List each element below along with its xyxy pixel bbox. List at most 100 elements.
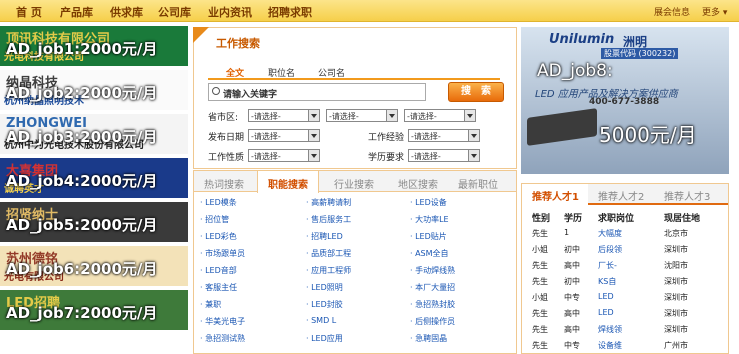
- nav-products[interactable]: 产品库: [60, 4, 93, 20]
- category-link[interactable]: · LED设备: [410, 197, 447, 208]
- category-link[interactable]: · 品质部工程: [306, 248, 351, 259]
- nav-jobs[interactable]: 招聘求职: [268, 4, 312, 20]
- ad-label: AD_job1:2000元/月: [6, 40, 158, 58]
- category-link[interactable]: · 高薪聘请制: [306, 197, 351, 208]
- ad-slot-6[interactable]: 苏州德铭 光电有限公司 AD_job6:2000元/月: [0, 246, 188, 286]
- ad-label: AD_job2:2000元/月: [6, 84, 158, 102]
- nav-news[interactable]: 业内资讯: [208, 4, 252, 20]
- tab-talent-2[interactable]: 推荐人才2: [598, 188, 644, 203]
- tab-function-search[interactable]: 职能搜索: [268, 176, 308, 191]
- category-link[interactable]: · LED封胶: [306, 299, 343, 310]
- category-link[interactable]: · 急招熟封胶: [410, 299, 455, 310]
- tab-industry-search[interactable]: 行业搜索: [334, 176, 374, 191]
- ad-slot-1[interactable]: 顶讯科技有限公司 光电科技有限公司 AD_job1:2000元/月: [0, 26, 188, 66]
- ad-slot-3[interactable]: ZHONGWEI 杭州中为光电技术股份有限公司 AD_job3:2000元/月: [0, 114, 188, 154]
- select-value: -请选择-: [251, 132, 281, 141]
- ad-slot-4[interactable]: 大喜集团 诚聘英才 AD_job4:2000元/月: [0, 158, 188, 198]
- category-link[interactable]: · 兼职: [200, 299, 221, 310]
- tab-talent-1[interactable]: 推荐人才1: [532, 188, 579, 203]
- tab-talent-3[interactable]: 推荐人才3: [664, 188, 710, 203]
- keyword-input[interactable]: 请输入关键字: [208, 83, 426, 101]
- keyword-placeholder: 请输入关键字: [223, 90, 278, 100]
- chevron-down-icon: [386, 110, 397, 121]
- category-link[interactable]: · LED模条: [200, 197, 237, 208]
- city-select[interactable]: -请选择-: [326, 109, 398, 122]
- category-link[interactable]: · 后侧操作员: [410, 316, 455, 327]
- column-header-education: 学历: [564, 214, 583, 224]
- category-link[interactable]: · 大功率LE: [410, 214, 449, 225]
- search-button[interactable]: 搜 索: [448, 82, 504, 102]
- chevron-down-icon: ▾: [720, 8, 728, 18]
- search-type-tabs: 全文 职位名 公司名: [208, 64, 500, 80]
- position-link[interactable]: 设备维: [598, 340, 622, 351]
- experience-select[interactable]: -请选择-: [408, 129, 480, 142]
- category-link[interactable]: · 手动焊线熟: [410, 265, 455, 276]
- category-link[interactable]: · LED应用: [306, 333, 343, 344]
- district-select[interactable]: -请选择-: [404, 109, 476, 122]
- right-banner-ad[interactable]: Unilumin 洲明 股票代码 (300232) LED 应用产品及解决方案供…: [521, 27, 729, 174]
- category-link[interactable]: · 应用工程师: [306, 265, 351, 276]
- education-select[interactable]: -请选择-: [408, 149, 480, 162]
- category-link[interactable]: · LED贴片: [410, 231, 447, 242]
- table-cell: 北京市: [664, 229, 688, 238]
- category-link[interactable]: · LED照明: [306, 282, 343, 293]
- position-link[interactable]: LED: [598, 308, 614, 317]
- category-link[interactable]: · 市场跟单员: [200, 248, 245, 259]
- table-cell: 深圳市: [664, 325, 688, 334]
- category-link[interactable]: · 招聘LED: [306, 231, 343, 242]
- ad-slot-7[interactable]: LED招聘 AD_job7:2000元/月: [0, 290, 188, 330]
- select-value: -请选择-: [251, 152, 281, 161]
- nav-more-label: 更多: [702, 8, 721, 18]
- category-link[interactable]: · 急聘固晶: [410, 333, 447, 344]
- position-link[interactable]: LED: [598, 292, 614, 301]
- nav-home[interactable]: 首 页: [16, 4, 42, 20]
- tab-hot-search[interactable]: 热词搜索: [204, 176, 244, 191]
- category-link[interactable]: · 客服主任: [200, 282, 237, 293]
- table-cell: 深圳市: [664, 309, 688, 318]
- ad-label: AD_job7:2000元/月: [6, 304, 158, 322]
- tab-fulltext[interactable]: 全文: [226, 66, 244, 79]
- table-cell: 高中: [564, 325, 580, 334]
- category-link[interactable]: · 招位管: [200, 214, 229, 225]
- nav-more[interactable]: 更多 ▾: [702, 5, 727, 18]
- tab-region-search[interactable]: 地区搜索: [398, 176, 438, 191]
- chevron-down-icon: [468, 150, 479, 161]
- column-header-location: 现居住地: [664, 214, 701, 224]
- category-link[interactable]: · 本厂大量招: [410, 282, 455, 293]
- nav-exhibitions[interactable]: 展会信息: [654, 5, 690, 18]
- province-select[interactable]: -请选择-: [248, 109, 320, 122]
- ad-label: AD_job8:: [537, 61, 613, 81]
- category-link[interactable]: · 售后服务工: [306, 214, 351, 225]
- category-link[interactable]: · SMD L: [306, 316, 336, 325]
- ad-slot-2[interactable]: 纳晶科技 杭州纳晶照明技术 AD_job2:2000元/月: [0, 70, 188, 110]
- job-search-panel: 工作搜索 全文 职位名 公司名 请输入关键字 搜 索 省市区: -请选择- -请…: [193, 27, 517, 169]
- category-link[interactable]: · LED音部: [200, 265, 237, 276]
- position-link[interactable]: 焊线领: [598, 324, 622, 335]
- ad-price-label: 5000元/月: [599, 123, 697, 147]
- select-value: -请选择-: [251, 112, 281, 121]
- tab-company-name[interactable]: 公司名: [318, 66, 345, 79]
- tab-latest-jobs[interactable]: 最新职位: [458, 176, 498, 191]
- nav-supply[interactable]: 供求库: [110, 4, 143, 20]
- publish-date-select[interactable]: -请选择-: [248, 129, 320, 142]
- position-link[interactable]: KS自: [598, 276, 616, 287]
- table-cell: 中专: [564, 293, 580, 302]
- chevron-down-icon: [308, 150, 319, 161]
- ad-slot-5[interactable]: 招贤纳士 AD_job5:2000元/月: [0, 202, 188, 242]
- table-cell: 1: [564, 228, 570, 237]
- position-link[interactable]: 大幅度: [598, 228, 622, 239]
- chevron-down-icon: [308, 110, 319, 121]
- category-link[interactable]: · 急招测试熟: [200, 333, 245, 344]
- category-link[interactable]: · LED彩色: [200, 231, 237, 242]
- position-link[interactable]: 后段领: [598, 244, 622, 255]
- table-cell: 先生: [532, 277, 548, 286]
- tab-job-title[interactable]: 职位名: [268, 66, 295, 79]
- ad-label: AD_job4:2000元/月: [6, 172, 158, 190]
- category-link[interactable]: · ASM全自: [410, 248, 449, 259]
- category-link[interactable]: · 华美光电子: [200, 316, 245, 327]
- job-nature-select[interactable]: -请选择-: [248, 149, 320, 162]
- ad-label: AD_job6:2000元/月: [6, 260, 158, 278]
- nav-companies[interactable]: 公司库: [158, 4, 191, 20]
- position-link[interactable]: 厂长-: [598, 260, 617, 271]
- table-cell: 初中: [564, 245, 580, 254]
